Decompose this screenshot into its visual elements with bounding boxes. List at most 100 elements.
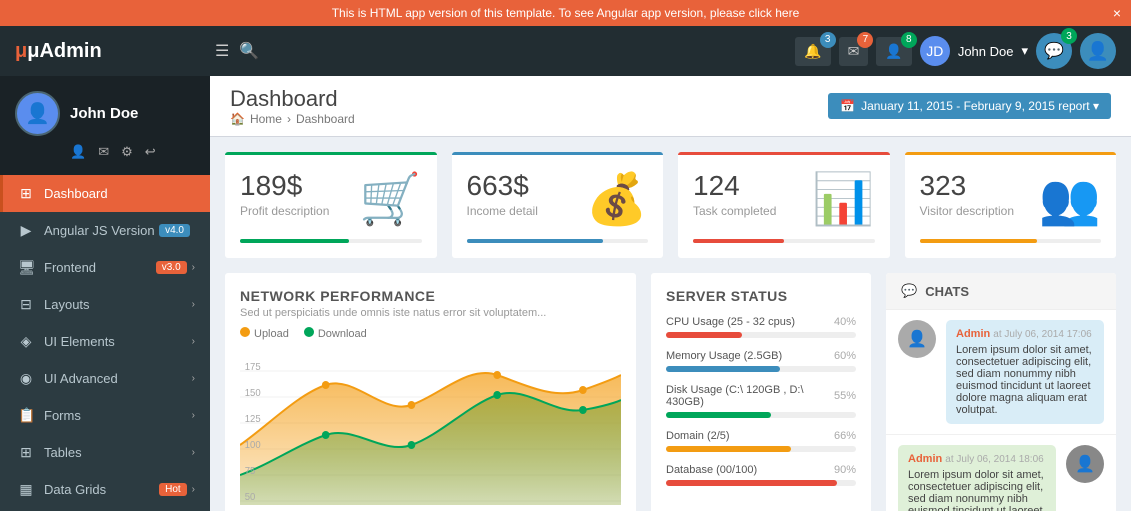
chat-meta-2: Admin at July 06, 2014 18:06 [908, 453, 1046, 465]
stat-card-profit: 189$ Profit description 🛒 [225, 152, 437, 258]
calendar-icon: 📅 [840, 99, 855, 113]
stat-progress-bar [693, 239, 875, 243]
breadcrumb-current: Dashboard [296, 112, 355, 126]
server-item-domain: Domain (2/5) 66% [666, 430, 856, 452]
sidebar-item-ui-elements[interactable]: ◈ UI Elements › [0, 323, 210, 360]
stat-progress-bar [920, 239, 1102, 243]
domain-pct: 66% [834, 430, 856, 442]
users-icon: 👥 [1039, 170, 1101, 229]
logo: μμAdmin [15, 40, 195, 63]
network-title: NETWORK PERFORMANCE [240, 288, 621, 304]
sidebar-item-angular[interactable]: ▶ Angular JS Version v4.0 [0, 212, 210, 249]
sidebar-item-layouts[interactable]: ⊟ Layouts › [0, 286, 210, 323]
memory-pct: 60% [834, 350, 856, 362]
sidebar-item-data-grids[interactable]: ▦ Data Grids Hot › [0, 471, 210, 508]
network-chart-panel: NETWORK PERFORMANCE Sed ut perspiciatis … [225, 273, 636, 511]
notification-bell-btn[interactable]: 🔔 3 [795, 37, 830, 66]
stat-label: Income detail [467, 204, 538, 218]
sidebar-item-label: Tables [44, 445, 192, 460]
svg-text:50: 50 [245, 492, 256, 503]
hot-badge: Hot [159, 483, 187, 496]
mail-badge: 7 [857, 32, 873, 48]
chat-text-1: Lorem ipsum dolor sit amet, consectetuer… [956, 344, 1092, 416]
cpu-pct: 40% [834, 316, 856, 328]
stat-cards: 189$ Profit description 🛒 663$ Income de… [210, 137, 1131, 273]
stat-label: Visitor description [920, 204, 1015, 218]
chevron-right-icon: › [192, 447, 195, 458]
breadcrumb-home: Home [250, 112, 282, 126]
money-icon: 💰 [586, 170, 648, 229]
frontend-icon: 🖥 [18, 259, 34, 276]
date-picker-btn[interactable]: 📅 January 11, 2015 - February 9, 2015 re… [828, 93, 1111, 119]
chat-bubble-icon: 💬 [901, 283, 917, 299]
profile-btn[interactable]: 👤 [1080, 33, 1116, 69]
tables-icon: ⊞ [18, 444, 34, 461]
chat-bubble-1: Admin at July 06, 2014 17:06 Lorem ipsum… [946, 320, 1104, 424]
close-icon[interactable]: × [1113, 5, 1121, 21]
chevron-right-icon: › [192, 410, 195, 421]
server-item-cpu: CPU Usage (25 - 32 cpus) 40% [666, 316, 856, 338]
stat-label: Task completed [693, 204, 776, 218]
sidebar-item-label: Dashboard [44, 186, 195, 201]
hamburger-icon[interactable]: ☰ [215, 41, 229, 61]
user-logout-icon[interactable]: ↩ [145, 144, 156, 160]
server-item-memory: Memory Usage (2.5GB) 60% [666, 350, 856, 372]
search-icon[interactable]: 🔍 [239, 41, 259, 61]
chat-avatar-1: 👤 [898, 320, 936, 358]
chat-time-2: at July 06, 2014 18:06 [945, 454, 1043, 465]
sidebar-username: John Doe [70, 105, 138, 122]
chart-icon: 📊 [812, 170, 874, 229]
mail-btn[interactable]: ✉ 7 [839, 37, 869, 66]
header: μμAdmin ☰ 🔍 🔔 3 ✉ 7 👤 8 JD John Doe ▾ 💬 … [0, 26, 1131, 76]
sidebar-item-label: UI Elements [44, 334, 192, 349]
user-menu[interactable]: JD John Doe ▾ [920, 36, 1028, 66]
bell-badge: 3 [820, 32, 836, 48]
upload-legend: Upload [254, 328, 289, 340]
sidebar: 👤 John Doe 👤 ✉ ⚙ ↩ ⊞ Dashboard ▶ Angular… [0, 76, 210, 511]
chat-avatar-2: 👤 [1066, 445, 1104, 483]
svg-text:150: 150 [245, 388, 261, 399]
username-header: John Doe [958, 44, 1014, 59]
server-status-panel: SERVER STATUS CPU Usage (25 - 32 cpus) 4… [651, 273, 871, 511]
chat-bubble-2: Admin at July 06, 2014 18:06 Lorem ipsum… [898, 445, 1056, 511]
chat-btn[interactable]: 💬 3 [1036, 33, 1072, 69]
stat-value: 323 [920, 170, 1015, 202]
disk-label: Disk Usage (C:\ 120GB , D:\ 430GB) [666, 384, 834, 408]
stat-progress-bar [240, 239, 422, 243]
sidebar-item-forms[interactable]: 📋 Forms › [0, 397, 210, 434]
breadcrumb-separator: › [287, 112, 291, 126]
stat-progress-bar [467, 239, 649, 243]
sidebar-item-frontend[interactable]: 🖥 Frontend v3.0 › [0, 249, 210, 286]
page-header: Dashboard 🏠 Home › Dashboard 📅 January 1… [210, 76, 1131, 137]
disk-pct: 55% [834, 390, 856, 402]
chevron-right-icon: › [192, 484, 195, 495]
user-settings-icon[interactable]: ⚙ [121, 144, 133, 160]
user-profile-icon[interactable]: 👤 [70, 144, 86, 160]
sidebar-item-dashboard[interactable]: ⊞ Dashboard [0, 175, 210, 212]
breadcrumb: 🏠 Home › Dashboard [230, 112, 355, 126]
sidebar-item-label: Data Grids [44, 482, 159, 497]
sidebar-user-top: 👤 John Doe [15, 91, 138, 136]
sidebar-item-ui-advanced[interactable]: ◉ UI Advanced › [0, 360, 210, 397]
user-mail-icon[interactable]: ✉ [98, 144, 109, 160]
sidebar-avatar: 👤 [15, 91, 60, 136]
user-icon-btn[interactable]: 👤 8 [876, 37, 911, 66]
chevron-right-icon: › [192, 262, 195, 273]
chat-sender-2: Admin [908, 453, 942, 465]
layouts-icon: ⊟ [18, 296, 34, 313]
page-title: Dashboard [230, 86, 338, 111]
chat-meta-1: Admin at July 06, 2014 17:06 [956, 328, 1094, 340]
ui-elements-icon: ◈ [18, 333, 34, 350]
stat-card-tasks: 124 Task completed 📊 [678, 152, 890, 258]
sidebar-item-tables[interactable]: ⊞ Tables › [0, 434, 210, 471]
chats-header: 💬 CHATS [886, 273, 1116, 310]
domain-label: Domain (2/5) [666, 430, 730, 442]
ui-advanced-icon: ◉ [18, 370, 34, 387]
angular-badge: v4.0 [159, 224, 190, 237]
main-content: Dashboard 🏠 Home › Dashboard 📅 January 1… [210, 76, 1131, 511]
stat-card-income: 663$ Income detail 💰 [452, 152, 664, 258]
database-label: Database (00/100) [666, 464, 757, 476]
sidebar-user-area: 👤 John Doe 👤 ✉ ⚙ ↩ [0, 76, 210, 175]
chats-title: CHATS [925, 284, 969, 299]
notification-text: This is HTML app version of this templat… [332, 6, 800, 20]
